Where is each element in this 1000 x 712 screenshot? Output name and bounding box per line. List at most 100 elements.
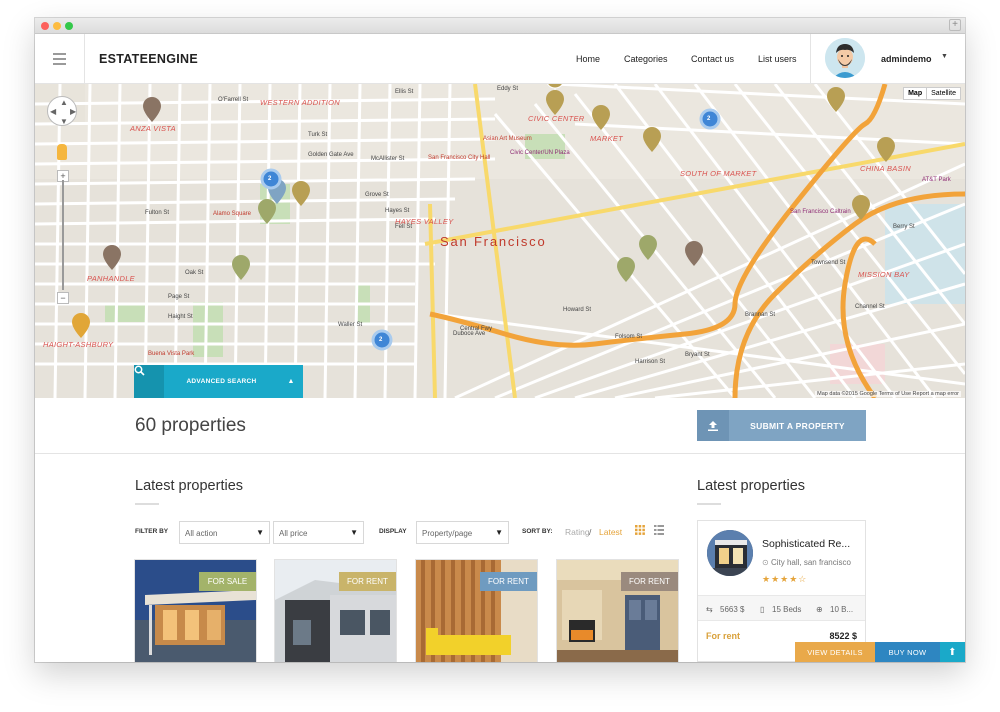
nav-contact[interactable]: Contact us bbox=[691, 54, 734, 64]
brand-logo[interactable]: ESTATEENGINE bbox=[99, 52, 198, 66]
map-type-map[interactable]: Map bbox=[904, 88, 926, 99]
views-icon: ⇆ bbox=[706, 605, 713, 614]
district-label: CIVIC CENTER bbox=[528, 114, 585, 123]
place-label: San Francisco City Hall bbox=[428, 155, 491, 161]
section-divider bbox=[35, 453, 965, 454]
listing-price: 8522 $ bbox=[829, 631, 857, 641]
pan-control[interactable]: ▲ ▼ ◀ ▶ bbox=[47, 96, 77, 126]
status-badge: FOR RENT bbox=[480, 572, 537, 591]
arrow-up-icon[interactable]: ⬆ bbox=[940, 642, 965, 662]
street-label: Brannan St bbox=[745, 312, 776, 318]
nav-home[interactable]: Home bbox=[576, 54, 600, 64]
chevron-down-icon: ▼ bbox=[495, 528, 503, 537]
district-label: HAIGHT-ASHBURY bbox=[43, 340, 114, 349]
street-label: McAllister St bbox=[371, 156, 405, 162]
street-view-icon[interactable] bbox=[57, 144, 67, 160]
place-label: Alamo Square bbox=[213, 211, 252, 217]
browser-window: + ESTATEENGINE Home Categories Contact u… bbox=[35, 18, 965, 662]
street-label: Grove St bbox=[365, 192, 389, 198]
action-select[interactable]: All action ▼ bbox=[179, 521, 270, 544]
sidebar-heading: Latest properties bbox=[697, 478, 806, 505]
map[interactable]: ▲ ▼ ◀ ▶ + − Map Satellite WESTERN ADDITION… bbox=[35, 84, 965, 398]
place-label: San Francisco Caltrain bbox=[790, 209, 851, 215]
advanced-search-button[interactable]: ADVANCED SEARCH ▲ bbox=[134, 365, 303, 398]
city-label: San Francisco bbox=[440, 234, 547, 249]
sort-latest[interactable]: Latest bbox=[599, 527, 622, 537]
street-label: Fulton St bbox=[145, 210, 170, 216]
status-badge: FOR RENT bbox=[621, 572, 678, 591]
menu-icon[interactable] bbox=[35, 34, 85, 84]
map-type-satellite[interactable]: Satellite bbox=[926, 88, 960, 99]
street-label: Oak St bbox=[185, 270, 204, 276]
cluster-count[interactable]: 2 bbox=[707, 116, 710, 122]
heading-underline bbox=[697, 503, 721, 505]
heading-underline bbox=[135, 503, 159, 505]
place-label: Buena Vista Park bbox=[148, 351, 195, 357]
street-label: Page St bbox=[168, 294, 190, 300]
chevron-down-icon: ▼ bbox=[350, 528, 358, 537]
property-card[interactable]: FOR RENT bbox=[557, 560, 678, 662]
zoom-slider[interactable] bbox=[62, 180, 64, 290]
cluster-count[interactable]: 2 bbox=[268, 176, 271, 182]
featured-property-title[interactable]: Sophisticated Re... bbox=[762, 538, 850, 550]
latest-heading-text: Latest properties bbox=[135, 478, 244, 494]
street-label: Central Fwy bbox=[460, 326, 493, 332]
property-card[interactable]: FOR RENT bbox=[416, 560, 537, 662]
buy-bar: VIEW DETAILS BUY NOW ⬆ bbox=[795, 642, 965, 662]
bed-icon: ▯ bbox=[760, 605, 765, 614]
property-stats: ⇆ 5663 $ ▯ 15 Beds ⊕ 10 B... bbox=[698, 595, 865, 621]
street-label: Harrison St bbox=[635, 359, 666, 365]
action-select-value: All action bbox=[185, 529, 218, 538]
sort-label: SORT BY: bbox=[522, 528, 553, 535]
featured-property-widget[interactable]: Sophisticated Re... ⊙ City hall, san fra… bbox=[697, 520, 866, 662]
district-label: ANZA VISTA bbox=[130, 124, 176, 133]
submit-property-button[interactable]: SUBMIT A PROPERTY bbox=[697, 410, 866, 441]
price-select-value: All price bbox=[279, 529, 308, 538]
featured-property-thumb bbox=[707, 530, 753, 576]
street-label: Ellis St bbox=[395, 89, 414, 95]
grid-view-icon[interactable] bbox=[635, 525, 645, 535]
district-label: PANHANDLE bbox=[87, 274, 135, 283]
sidebar-heading-text: Latest properties bbox=[697, 478, 806, 494]
street-label: Berry St bbox=[893, 224, 915, 230]
area-value: 10 B... bbox=[830, 605, 854, 614]
street-label: Townsend St bbox=[811, 260, 846, 266]
status-badge: FOR RENT bbox=[339, 572, 396, 591]
district-label: CHINA BASIN bbox=[860, 164, 911, 173]
area-icon: ⊕ bbox=[816, 605, 823, 614]
avatar bbox=[825, 38, 865, 78]
new-tab-icon[interactable]: + bbox=[949, 19, 961, 31]
nav-list-users[interactable]: List users bbox=[758, 54, 797, 64]
property-card[interactable]: FOR SALE bbox=[135, 560, 256, 662]
status-badge: FOR SALE bbox=[199, 572, 256, 591]
minimize-dot[interactable] bbox=[53, 22, 61, 30]
beds-value: 15 Beds bbox=[772, 605, 802, 614]
property-count: 60 properties bbox=[135, 415, 246, 436]
street-label: Eddy St bbox=[497, 86, 519, 92]
cluster-count[interactable]: 2 bbox=[379, 337, 382, 343]
property-card[interactable]: FOR RENT bbox=[275, 560, 396, 662]
close-dot[interactable] bbox=[41, 22, 49, 30]
per-page-select[interactable]: Property/page ▼ bbox=[416, 521, 509, 544]
window-chrome: + bbox=[35, 18, 965, 34]
per-page-select-value: Property/page bbox=[422, 529, 473, 538]
nav-categories[interactable]: Categories bbox=[624, 54, 668, 64]
user-menu[interactable]: admindemo ▼ bbox=[810, 34, 965, 84]
sort-rating[interactable]: Rating bbox=[565, 527, 590, 537]
view-details-button[interactable]: VIEW DETAILS bbox=[795, 642, 875, 662]
maximize-dot[interactable] bbox=[65, 22, 73, 30]
street-label: Golden Gate Ave bbox=[308, 152, 354, 158]
district-label: MISSION BAY bbox=[858, 270, 910, 279]
rating-stars: ★★★★☆ bbox=[762, 574, 808, 584]
street-label: Turk St bbox=[308, 132, 328, 138]
street-label: Folsom St bbox=[615, 334, 643, 340]
buy-now-button[interactable]: BUY NOW bbox=[875, 642, 940, 662]
price-select[interactable]: All price ▼ bbox=[273, 521, 364, 544]
map-type-control[interactable]: Map Satellite bbox=[903, 87, 961, 100]
views-value: 5663 $ bbox=[720, 605, 745, 614]
list-view-icon[interactable] bbox=[654, 525, 664, 535]
chevron-down-icon: ▼ bbox=[256, 528, 264, 537]
zoom-out-button[interactable]: − bbox=[57, 292, 69, 304]
upload-icon bbox=[697, 410, 729, 441]
district-label: WESTERN ADDITION bbox=[260, 98, 340, 107]
